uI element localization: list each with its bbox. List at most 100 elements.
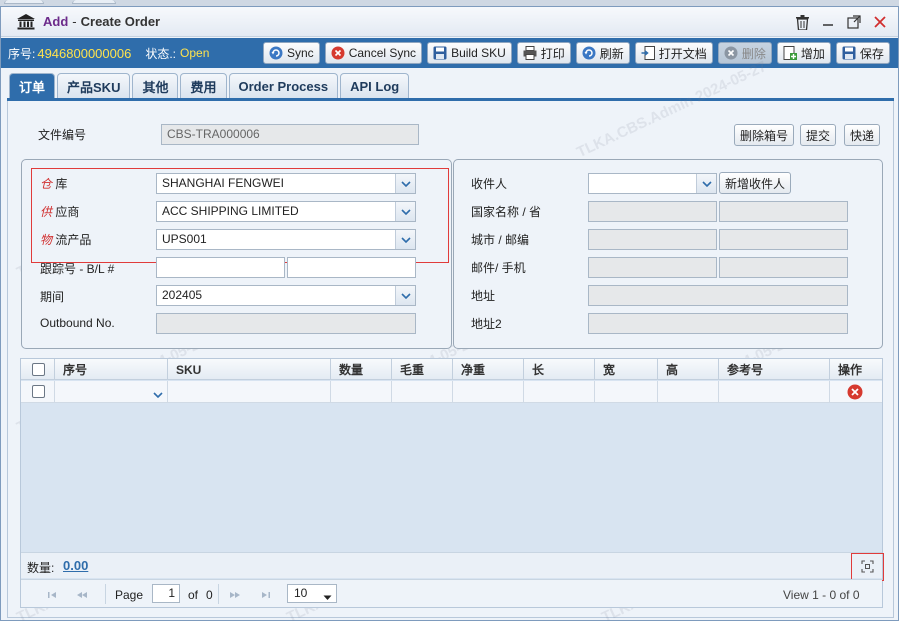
page-number-input[interactable]: 1 (152, 584, 180, 603)
delete-button[interactable]: 删除 (717, 42, 772, 64)
first-page-icon[interactable] (47, 589, 59, 603)
row-select-cell (21, 381, 55, 403)
warehouse-label-rest: 库 (55, 177, 68, 191)
grid-header-select (21, 359, 55, 380)
zip-field[interactable] (719, 229, 848, 250)
row-height-cell[interactable] (658, 381, 719, 403)
row-ref-no-cell[interactable] (719, 381, 830, 403)
phone-field[interactable] (719, 257, 848, 278)
chevron-down-icon[interactable] (696, 174, 716, 193)
open-document-button[interactable]: 打开文档 (634, 42, 713, 64)
address-label: 地址 (471, 289, 496, 303)
grid-header-width[interactable]: 宽 (595, 359, 658, 380)
address-field[interactable] (588, 285, 848, 306)
tab-product-sku[interactable]: 产品SKU (57, 73, 131, 99)
supplier-label-initial: 供 (40, 205, 53, 219)
receiver-select[interactable] (588, 173, 717, 194)
city-field[interactable] (588, 229, 717, 250)
supplier-select[interactable]: ACC SHIPPING LIMITED (156, 201, 416, 222)
close-icon[interactable] (872, 13, 888, 31)
tracking-label: 跟踪号 - B/L # (40, 262, 115, 276)
email-field[interactable] (588, 257, 717, 278)
warehouse-select[interactable]: SHANGHAI FENGWEI (156, 173, 416, 194)
delete-icon (724, 46, 738, 60)
tab-api-log[interactable]: API Log (340, 73, 410, 99)
row-checkbox[interactable] (32, 385, 45, 398)
country-field[interactable] (588, 201, 717, 222)
outbound-no-field[interactable] (156, 313, 416, 334)
row-net-weight-cell[interactable] (453, 381, 524, 403)
build-sku-button[interactable]: Build SKU (427, 42, 512, 64)
row-qty-cell[interactable] (331, 381, 392, 403)
grid-header-height[interactable]: 高 (658, 359, 719, 380)
bl-no-input[interactable] (287, 257, 416, 278)
prev-page-icon[interactable] (76, 589, 88, 603)
title-separator: - (72, 14, 77, 29)
delete-box-no-button[interactable]: 删除箱号 (734, 124, 795, 146)
cancel-sync-button[interactable]: Cancel Sync (324, 42, 423, 64)
row-length-cell[interactable] (524, 381, 595, 403)
cancel-sync-button-label: Cancel Sync (348, 46, 417, 60)
save-button[interactable]: 保存 (835, 42, 890, 64)
province-field[interactable] (719, 201, 848, 222)
status-label: 状态.: (145, 46, 177, 61)
background-tab[interactable] (4, 0, 44, 4)
chevron-down-icon[interactable] (395, 286, 415, 305)
last-page-icon[interactable] (259, 589, 271, 603)
fit-screen-icon[interactable] (861, 560, 874, 576)
print-button-label: 打印 (540, 46, 565, 61)
refresh-button-label: 刷新 (599, 46, 624, 61)
grid-header-length[interactable]: 长 (524, 359, 595, 380)
chevron-down-icon[interactable] (395, 174, 415, 193)
address2-field[interactable] (588, 313, 848, 334)
row-seq-cell[interactable] (55, 381, 168, 403)
receiver-panel: 收件人 新增收件人 国家名称 / 省 城市 / 邮编 邮件/ 手机 地址 地址2 (453, 159, 883, 349)
next-page-icon[interactable] (229, 589, 241, 603)
chevron-down-icon[interactable] (395, 202, 415, 221)
tab-order[interactable]: 订单 (9, 73, 56, 99)
row-sku-cell[interactable] (168, 381, 331, 403)
print-button[interactable]: 打印 (516, 42, 571, 64)
tab-other[interactable]: 其他 (132, 73, 179, 99)
minimize-icon[interactable] (820, 13, 836, 31)
chevron-down-icon[interactable] (323, 590, 332, 604)
select-all-checkbox[interactable] (32, 363, 45, 376)
background-tab[interactable] (72, 0, 116, 4)
delete-row-icon[interactable] (847, 384, 863, 403)
grid-header-gross-weight[interactable]: 毛重 (392, 359, 453, 380)
refresh-button[interactable]: 刷新 (575, 42, 630, 64)
express-button[interactable]: 快递 (844, 124, 881, 146)
page-size-value: 10 (294, 586, 308, 600)
status-value: Open (180, 46, 210, 60)
chevron-down-icon[interactable] (395, 230, 415, 249)
grid-header-seq[interactable]: 序号 (55, 359, 168, 380)
logistics-label-initial: 物 (40, 233, 53, 247)
tab-fees[interactable]: 费用 (180, 73, 227, 99)
period-select[interactable]: 202405 (156, 285, 416, 306)
grid-summary: 数量: 0.00 (21, 552, 884, 581)
trash-icon[interactable] (794, 13, 810, 31)
doc-no-field[interactable]: CBS-TRA000006 (161, 124, 419, 145)
grid-header-net-weight[interactable]: 净重 (453, 359, 524, 380)
tab-order-process[interactable]: Order Process (228, 73, 339, 99)
grid-header: 序号 SKU 数量 毛重 净重 长 宽 高 参考号 操作 (21, 359, 882, 380)
row-gross-weight-cell[interactable] (392, 381, 453, 403)
grid-pager: Page 1 of 0 10 View 1 - 0 of 0 (21, 579, 882, 607)
grid-header-sku[interactable]: SKU (168, 359, 331, 380)
submit-button[interactable]: 提交 (800, 124, 837, 146)
supplier-label-rest: 应商 (55, 205, 80, 219)
add-button[interactable]: 增加 (776, 42, 831, 64)
chevron-down-icon[interactable] (153, 387, 163, 401)
tracking-no-input[interactable] (156, 257, 285, 278)
summary-qty-value[interactable]: 0.00 (63, 558, 88, 573)
pager-divider (105, 584, 106, 604)
logistics-label-rest: 流产品 (55, 233, 92, 247)
grid-header-qty[interactable]: 数量 (331, 359, 392, 380)
add-receiver-button[interactable]: 新增收件人 (719, 172, 792, 194)
sync-button[interactable]: Sync (263, 42, 320, 64)
grid-header-ref-no[interactable]: 参考号 (719, 359, 830, 380)
page-size-select[interactable]: 10 (287, 584, 337, 603)
logistics-product-select[interactable]: UPS001 (156, 229, 416, 250)
maximize-icon[interactable] (846, 13, 862, 31)
row-width-cell[interactable] (595, 381, 658, 403)
